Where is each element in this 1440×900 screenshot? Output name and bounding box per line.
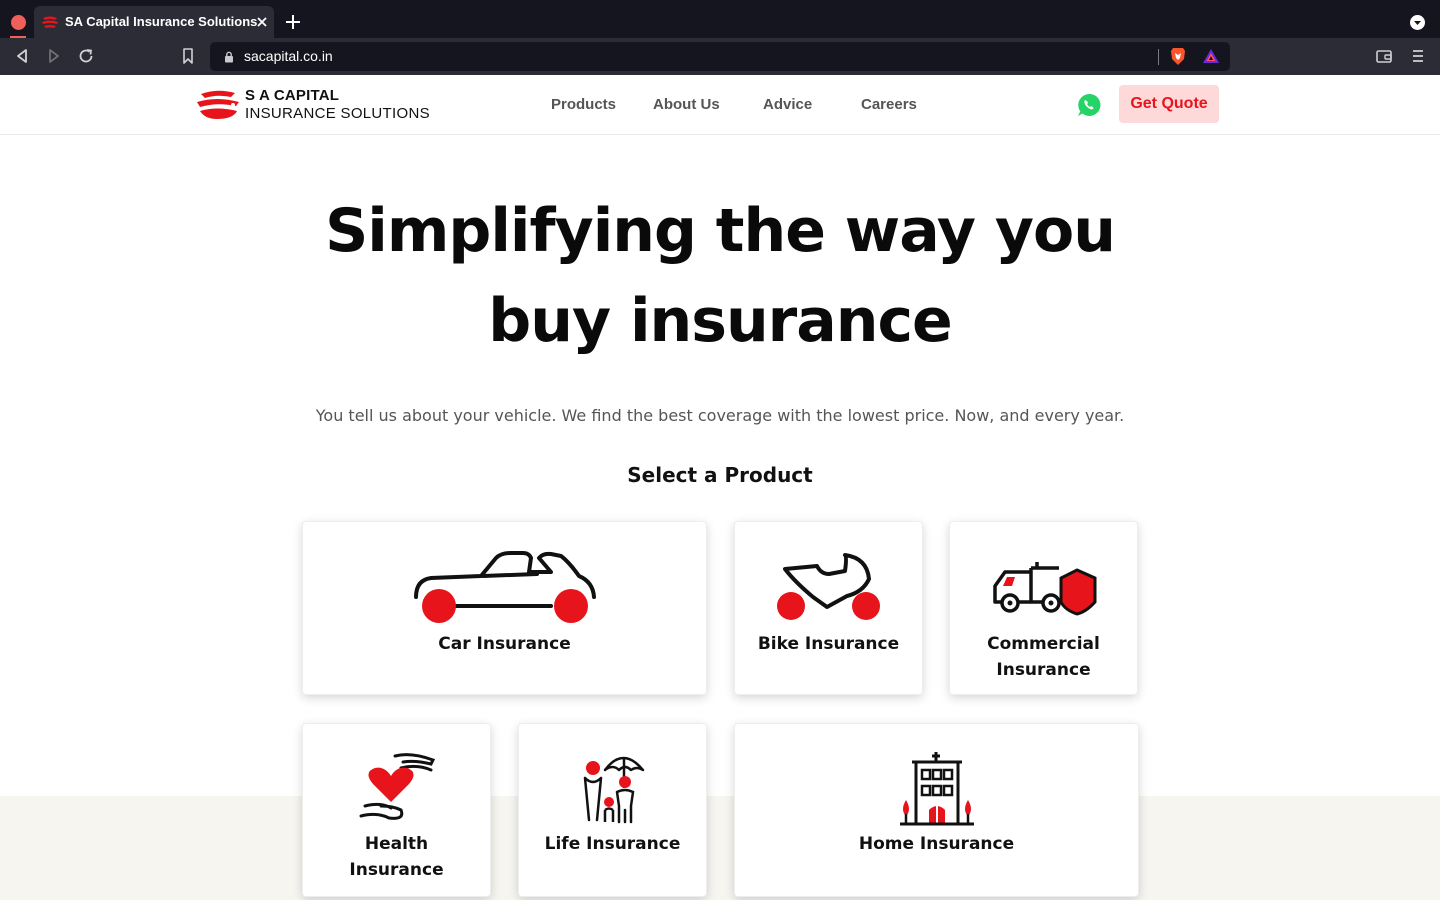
new-tab-icon[interactable] (285, 14, 301, 30)
window-close-button[interactable] (11, 15, 26, 30)
address-bar[interactable]: sacapital.co.in (210, 42, 1230, 71)
building-icon (900, 752, 974, 826)
browser-tab-bar: SA Capital Insurance Solutions (0, 0, 1440, 38)
site-favicon-icon (42, 16, 58, 28)
brave-rewards-icon[interactable] (1202, 48, 1220, 64)
product-card-bike[interactable]: Bike Insurance (734, 521, 923, 695)
sa-capital-logo-icon[interactable] (195, 89, 241, 121)
commercial-label-line1: Commercial (987, 634, 1100, 654)
car-icon (414, 551, 596, 623)
back-icon[interactable] (13, 47, 31, 65)
bookmark-icon[interactable] (179, 47, 197, 65)
logo-tagline[interactable]: INSURANCE SOLUTIONS (245, 105, 430, 122)
product-card-life[interactable]: Life Insurance (518, 723, 707, 897)
hero-title: Simplifying the way you buy insurance (270, 186, 1170, 366)
hero-subtitle: You tell us about your vehicle. We find … (315, 406, 1125, 425)
truck-icon (993, 562, 1097, 616)
url-divider (1158, 49, 1159, 65)
product-card-car[interactable]: Car Insurance (302, 521, 707, 695)
site-header: S A CAPITAL INSURANCE SOLUTIONS Products… (0, 75, 1440, 135)
health-insurance-label: Health Insurance (303, 831, 490, 883)
forward-icon[interactable] (45, 47, 63, 65)
wallet-icon[interactable] (1375, 47, 1393, 65)
browser-tab[interactable]: SA Capital Insurance Solutions (34, 6, 274, 38)
browser-toolbar: sacapital.co.in (0, 38, 1440, 75)
url-text: sacapital.co.in (244, 48, 333, 64)
logo-name[interactable]: S A CAPITAL (245, 87, 339, 104)
heart-hands-icon (359, 753, 436, 820)
nav-careers[interactable]: Careers (861, 96, 917, 113)
bike-insurance-label: Bike Insurance (757, 634, 900, 654)
product-card-commercial[interactable]: Commercial Insurance (949, 521, 1138, 695)
whatsapp-icon[interactable] (1077, 93, 1101, 117)
home-insurance-label: Home Insurance (858, 834, 1015, 854)
tab-close-icon[interactable] (255, 15, 269, 29)
brave-shields-icon[interactable] (1170, 47, 1186, 66)
hero-title-line2: buy insurance (488, 286, 952, 356)
car-insurance-label: Car Insurance (438, 634, 571, 654)
tab-title: SA Capital Insurance Solutions (65, 14, 258, 29)
commercial-label-line2: Insurance (996, 660, 1091, 680)
nav-about-us[interactable]: About Us (653, 96, 720, 113)
commercial-insurance-label: Commercial Insurance (950, 631, 1137, 683)
select-product-heading: Select a Product (627, 463, 813, 487)
product-card-health[interactable]: Health Insurance (302, 723, 491, 897)
nav-products[interactable]: Products (551, 96, 616, 113)
menu-icon[interactable] (1409, 47, 1427, 65)
nav-advice[interactable]: Advice (763, 96, 812, 113)
life-insurance-label: Life Insurance (544, 834, 681, 854)
bottom-section-background (0, 796, 1440, 900)
reload-icon[interactable] (77, 47, 95, 65)
health-label-line2: Insurance (349, 860, 444, 880)
bike-icon (777, 553, 880, 620)
health-label-line1: Health (364, 834, 429, 854)
hero-title-line1: Simplifying the way you (325, 196, 1116, 266)
family-umbrella-icon (583, 756, 645, 824)
get-quote-button[interactable]: Get Quote (1119, 85, 1219, 123)
tab-list-dropdown-icon[interactable] (1410, 15, 1425, 30)
lock-icon (225, 51, 233, 63)
product-card-home[interactable]: Home Insurance (734, 723, 1139, 897)
